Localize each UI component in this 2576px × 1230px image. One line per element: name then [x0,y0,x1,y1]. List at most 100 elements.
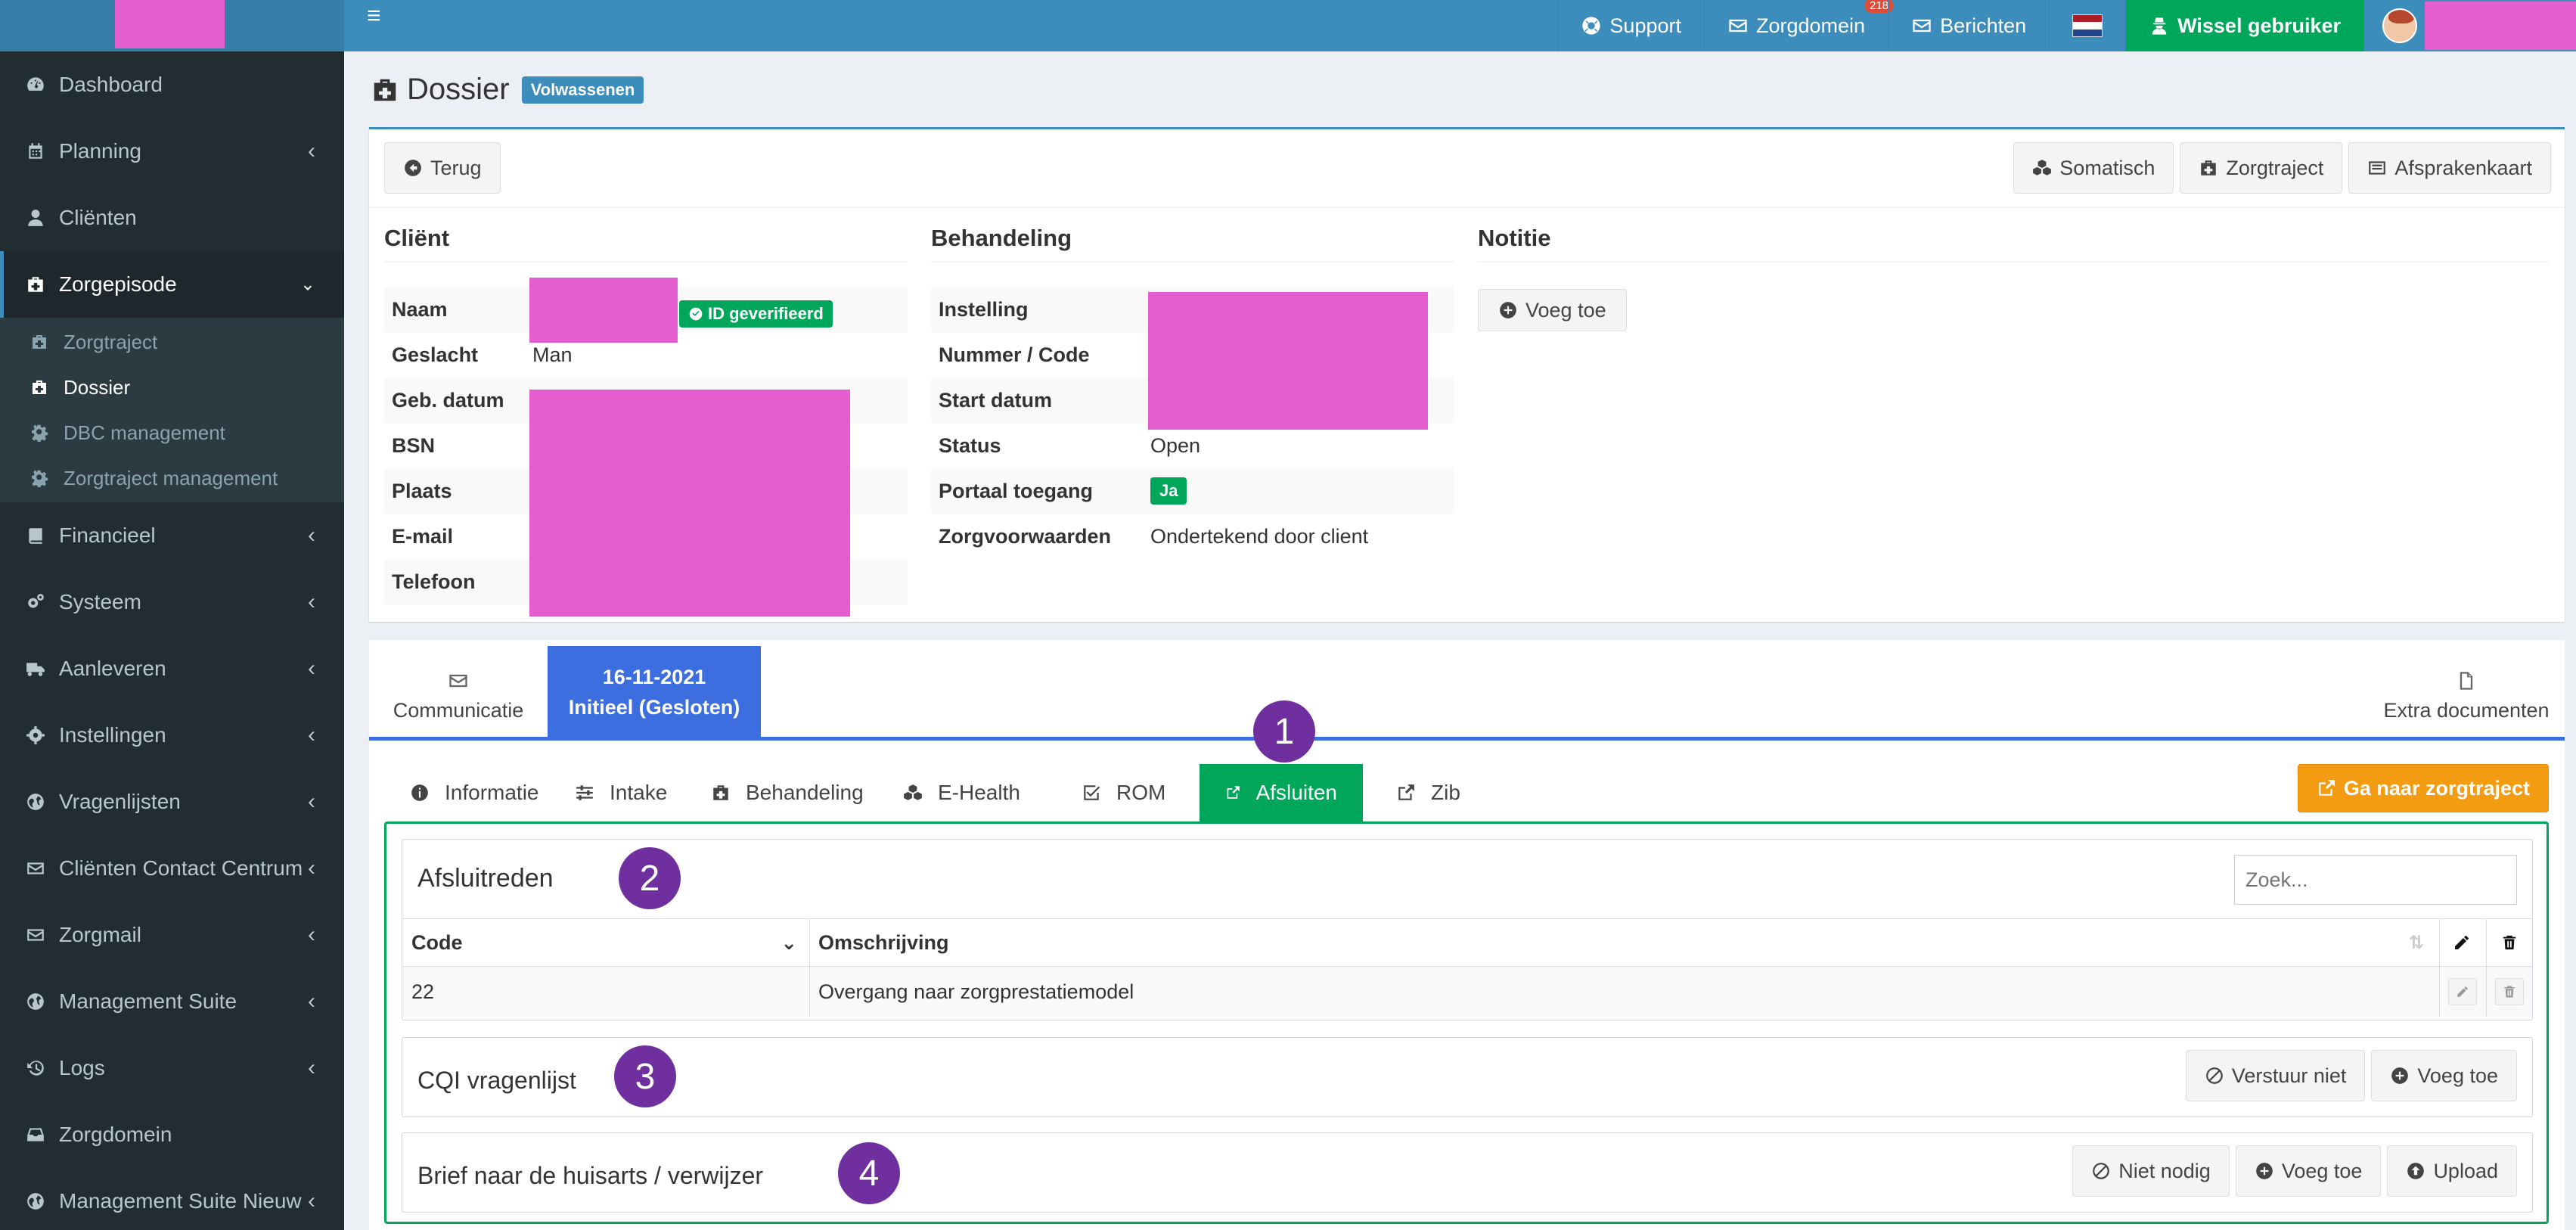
sidebar-item-logs[interactable]: Logs ‹ [0,1035,344,1101]
sidebar-item-label: Logs [59,1056,105,1079]
afsprakenkaart-label: Afsprakenkaart [2394,156,2532,179]
subtab-intake[interactable]: Intake [549,764,693,822]
afsprakenkaart-button[interactable]: Afsprakenkaart [2348,142,2551,194]
field-label: Start datum [939,388,1053,412]
user-menu[interactable] [2363,0,2576,51]
tab-extra-documenten[interactable]: Extra documenten [2368,648,2565,744]
logo-redacted [115,0,225,48]
add-note-button[interactable]: Voeg toe [1478,289,1627,331]
field-label: Geslacht [392,343,479,366]
zorgtraject-button[interactable]: Zorgtraject [2180,142,2343,194]
chevron-down-icon: ⌄ [781,930,797,954]
sidebar-subitem-dossier[interactable]: Dossier [0,365,344,410]
column-label: Omschrijving [818,930,949,954]
page-title: Dossier [407,73,510,106]
file-icon [2460,671,2473,690]
gear-icon [29,467,50,489]
sidebar-item-vragenlijsten[interactable]: Vragenlijsten ‹ [0,769,344,835]
niet-nodig-label: Niet nodig [2118,1159,2211,1182]
sidebar-item-label: Zorgmail [59,923,141,946]
subtab-behandeling[interactable]: Behandeling [685,764,889,822]
id-card-icon [2369,161,2386,175]
sidebar-item-dashboard[interactable]: Dashboard [0,51,344,118]
subtab-afsluiten[interactable]: Afsluiten [1200,764,1363,822]
sidebar-item-management-suite[interactable]: Management Suite ‹ [0,968,344,1035]
sidebar-item-zorgmail[interactable]: Zorgmail ‹ [0,902,344,968]
divider [384,261,908,262]
portal-access-badge: Ja [1150,477,1187,505]
dossier-summary-box: Terug Somatisch Zorgtraject Afsprakenkaa… [369,127,2565,622]
subtab-rom[interactable]: ROM [1056,764,1191,822]
subtab-informatie[interactable]: Informatie [384,764,565,822]
sidebar-subitem-dbc-management[interactable]: DBC management [0,410,344,455]
sidebar-item-systeem[interactable]: Systeem ‹ [0,569,344,635]
tab-episode-initieel[interactable]: 16-11-2021 Initieel (Gesloten) [548,646,761,738]
berichten-link[interactable]: Berichten [1888,0,2049,51]
chevron-left-icon: ‹ [308,589,315,614]
menu-toggle-icon[interactable]: ≡ [367,2,381,30]
search-input[interactable] [2234,855,2517,905]
subtab-zib[interactable]: Zib [1370,764,1486,822]
external-link-icon [1227,786,1240,799]
chevron-left-icon: ‹ [308,789,315,814]
column-header-code[interactable]: Code ⌄ [402,919,809,966]
sidebar-item-aanleveren[interactable]: Aanleveren ‹ [0,635,344,702]
sidebar-item-zorgdomein[interactable]: Zorgdomein [0,1101,344,1168]
switch-user-button[interactable]: Wissel gebruiker [2125,0,2363,51]
sidebar-subitem-zorgtraject[interactable]: Zorgtraject [0,319,344,365]
sidebar-item-management-suite-nieuw[interactable]: Management Suite Nieuw ‹ [0,1168,344,1230]
divider [369,207,2565,208]
annotation-marker-4: 4 [838,1142,900,1204]
niet-nodig-button[interactable]: Niet nodig [2072,1145,2230,1197]
brief-box: Brief naar de huisarts / verwijzer 4 Nie… [402,1132,2533,1213]
arrow-circle-left-icon [405,160,421,176]
sidebar-item-instellingen[interactable]: Instellingen ‹ [0,702,344,769]
sidebar-item-clienten-contact-centrum[interactable]: Cliënten Contact Centrum ‹ [0,835,344,902]
subtab-ehealth[interactable]: E-Health [877,764,1046,822]
envelope-icon [1913,19,1931,33]
episode-label: Initieel (Gesloten) [568,696,740,719]
behandeling-row-portaal: Portaal toegang Ja [931,468,1454,514]
column-header-omschrijving[interactable]: Omschrijving ⇅ [809,919,2439,966]
sidebar-item-planning[interactable]: Planning ‹ [0,118,344,185]
field-label: Instelling [939,297,1029,321]
globe-icon [24,1190,47,1213]
tab-communicatie[interactable]: Communicatie [369,648,548,744]
support-link[interactable]: Support [1557,0,1704,51]
somatisch-button[interactable]: Somatisch [2013,142,2174,194]
brief-actions: Niet nodig Voeg toe Upload [2072,1145,2517,1197]
field-value: Open [1150,433,1201,457]
sidebar-subitem-zorgtraject-management[interactable]: Zorgtraject management [0,455,344,501]
check-circle-icon [689,307,703,321]
logo-area[interactable] [0,0,344,51]
back-button[interactable]: Terug [384,142,501,194]
episode-date: 16-11-2021 [602,666,706,688]
tab-underline [369,737,2565,741]
field-label: Naam [392,297,448,321]
sidebar-item-label: Dashboard [59,73,163,96]
go-to-zorgtraject-button[interactable]: Ga naar zorgtraject [2297,764,2549,812]
subtab-label: Zib [1431,781,1460,804]
sidebar-subitem-label: Zorgtraject [64,330,158,353]
behandeling-row-zorgvoorwaarden: Zorgvoorwaarden Ondertekend door client [931,514,1454,559]
external-link-icon [2319,780,2335,796]
sidebar-item-financieel[interactable]: Financieel ‹ [0,502,344,569]
upload-button[interactable]: Upload [2387,1145,2517,1197]
sidebar-item-zorgepisode[interactable]: Zorgepisode ⌄ [0,251,344,318]
edit-row-button[interactable] [2448,978,2477,1005]
delete-row-button[interactable] [2495,978,2524,1005]
brief-add-button[interactable]: Voeg toe [2235,1145,2382,1197]
cell-code: 22 [411,980,435,1003]
sort-icon: ⇅ [2408,932,2424,953]
cell-omschrijving: Overgang naar zorgprestatiemodel [818,980,1134,1003]
language-selector[interactable] [2049,0,2125,51]
zorgdomein-link[interactable]: Zorgdomein 218 [1704,0,1894,51]
sidebar-item-clienten[interactable]: Cliënten [0,185,344,251]
cqi-add-button[interactable]: Voeg toe [2371,1050,2517,1101]
user-secret-icon [2152,17,2167,35]
sidebar-subnav: Zorgtraject Dossier DBC management Zorgt… [0,318,344,502]
cqi-add-label: Voeg toe [2417,1064,2498,1087]
chevron-left-icon: ‹ [308,856,315,881]
field-label: Telefoon [392,570,476,593]
verstuur-niet-button[interactable]: Verstuur niet [2185,1050,2366,1101]
